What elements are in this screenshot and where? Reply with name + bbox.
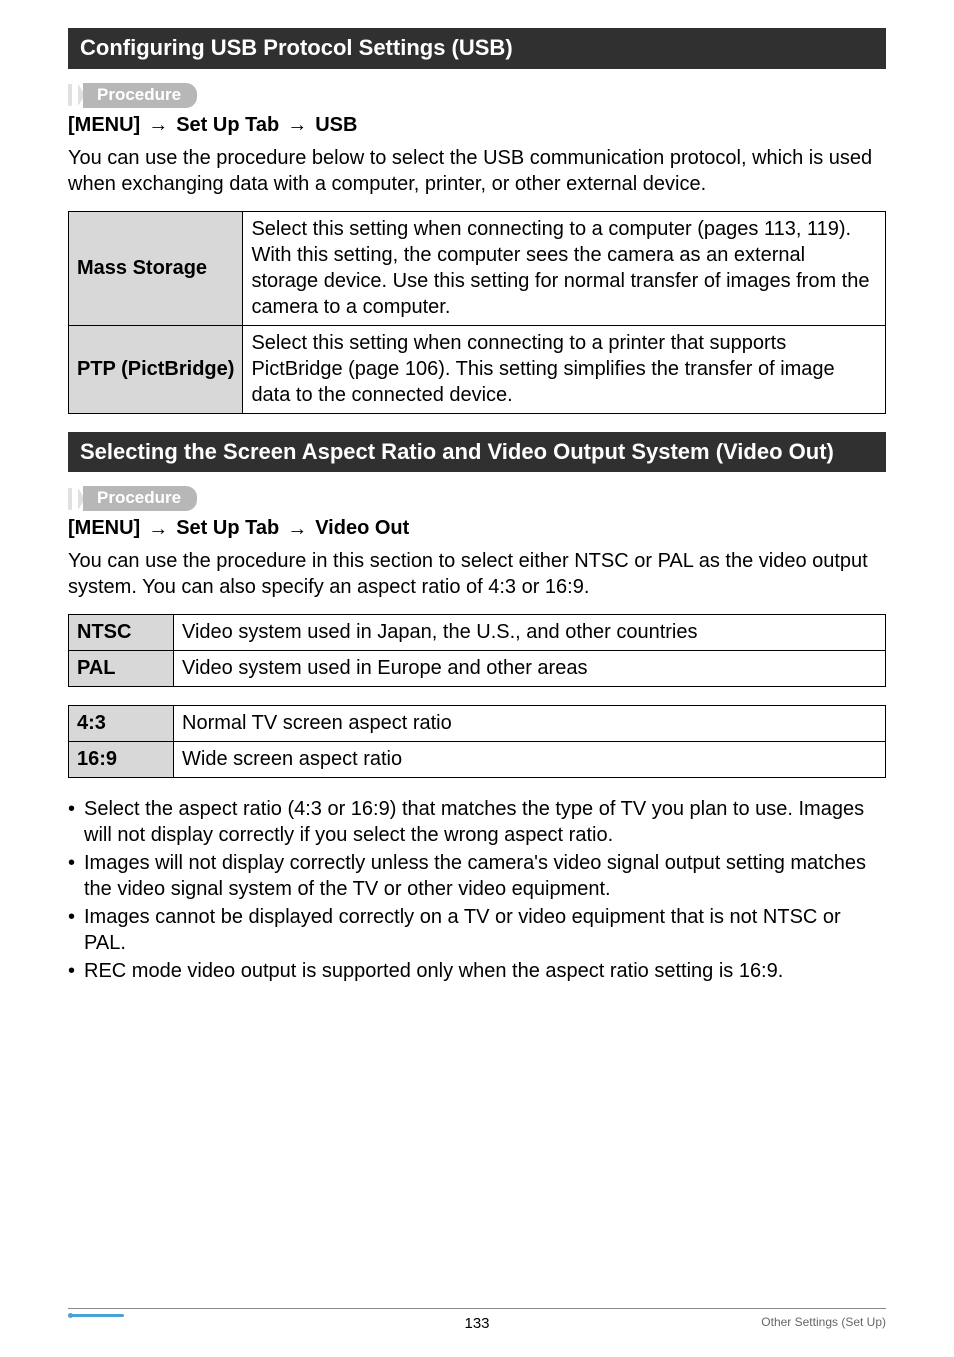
table-row: NTSC Video system used in Japan, the U.S… — [69, 615, 886, 651]
video-system-desc: Video system used in Japan, the U.S., an… — [174, 615, 886, 651]
table-row: Mass Storage Select this setting when co… — [69, 211, 886, 325]
table-row: 4:3 Normal TV screen aspect ratio — [69, 706, 886, 742]
menu-path-part: Video Out — [315, 517, 409, 540]
note-text: Images cannot be displayed correctly on … — [84, 904, 886, 956]
procedure-label: Procedure — [83, 83, 197, 108]
page-number: 133 — [464, 1315, 489, 1332]
arrow-right-icon: → — [148, 519, 168, 539]
usb-option-desc: Select this setting when connecting to a… — [243, 325, 886, 413]
notes-list: • Select the aspect ratio (4:3 or 16:9) … — [68, 796, 886, 984]
menu-path-part: Set Up Tab — [176, 517, 279, 540]
menu-path-part: [MENU] — [68, 114, 140, 137]
menu-path-part: [MENU] — [68, 517, 140, 540]
procedure-label: Procedure — [83, 486, 197, 511]
bullet-icon: • — [68, 904, 84, 956]
arrow-right-icon: → — [287, 519, 307, 539]
list-item: • Images cannot be displayed correctly o… — [68, 904, 886, 956]
video-system-label: PAL — [69, 651, 174, 687]
menu-path-part: USB — [315, 114, 357, 137]
procedure-marker: Procedure — [68, 486, 886, 511]
video-system-label: NTSC — [69, 615, 174, 651]
aspect-ratio-desc: Normal TV screen aspect ratio — [174, 706, 886, 742]
note-text: REC mode video output is supported only … — [84, 958, 783, 984]
video-intro-text: You can use the procedure in this sectio… — [68, 548, 886, 600]
video-system-desc: Video system used in Europe and other ar… — [174, 651, 886, 687]
usb-option-desc: Select this setting when connecting to a… — [243, 211, 886, 325]
arrow-right-icon: → — [287, 115, 307, 135]
aspect-ratio-label: 16:9 — [69, 742, 174, 778]
procedure-marker: Procedure — [68, 83, 886, 108]
list-item: • Images will not display correctly unle… — [68, 850, 886, 902]
menu-path-part: Set Up Tab — [176, 114, 279, 137]
menu-path-usb: [MENU] → Set Up Tab → USB — [68, 114, 886, 137]
bullet-icon: • — [68, 958, 84, 984]
usb-option-label: PTP (PictBridge) — [69, 325, 243, 413]
note-text: Select the aspect ratio (4:3 or 16:9) th… — [84, 796, 886, 848]
procedure-bar-icon — [68, 488, 72, 510]
list-item: • Select the aspect ratio (4:3 or 16:9) … — [68, 796, 886, 848]
list-item: • REC mode video output is supported onl… — [68, 958, 886, 984]
page-footer: 133 Other Settings (Set Up) — [68, 1308, 886, 1329]
bullet-icon: • — [68, 796, 84, 848]
section-header-video: Selecting the Screen Aspect Ratio and Vi… — [68, 432, 886, 473]
arrow-right-icon: → — [148, 115, 168, 135]
note-text: Images will not display correctly unless… — [84, 850, 886, 902]
video-system-table: NTSC Video system used in Japan, the U.S… — [68, 614, 886, 687]
menu-path-video: [MENU] → Set Up Tab → Video Out — [68, 517, 886, 540]
table-row: PAL Video system used in Europe and othe… — [69, 651, 886, 687]
usb-intro-text: You can use the procedure below to selec… — [68, 145, 886, 197]
usb-option-label: Mass Storage — [69, 211, 243, 325]
bullet-icon: • — [68, 850, 84, 902]
table-row: PTP (PictBridge) Select this setting whe… — [69, 325, 886, 413]
aspect-ratio-desc: Wide screen aspect ratio — [174, 742, 886, 778]
table-row: 16:9 Wide screen aspect ratio — [69, 742, 886, 778]
document-page: Configuring USB Protocol Settings (USB) … — [0, 0, 954, 1357]
usb-settings-table: Mass Storage Select this setting when co… — [68, 211, 886, 414]
aspect-ratio-label: 4:3 — [69, 706, 174, 742]
footer-section-name: Other Settings (Set Up) — [761, 1315, 886, 1329]
section-header-usb: Configuring USB Protocol Settings (USB) — [68, 28, 886, 69]
procedure-bar-icon — [68, 84, 72, 106]
aspect-ratio-table: 4:3 Normal TV screen aspect ratio 16:9 W… — [68, 705, 886, 778]
